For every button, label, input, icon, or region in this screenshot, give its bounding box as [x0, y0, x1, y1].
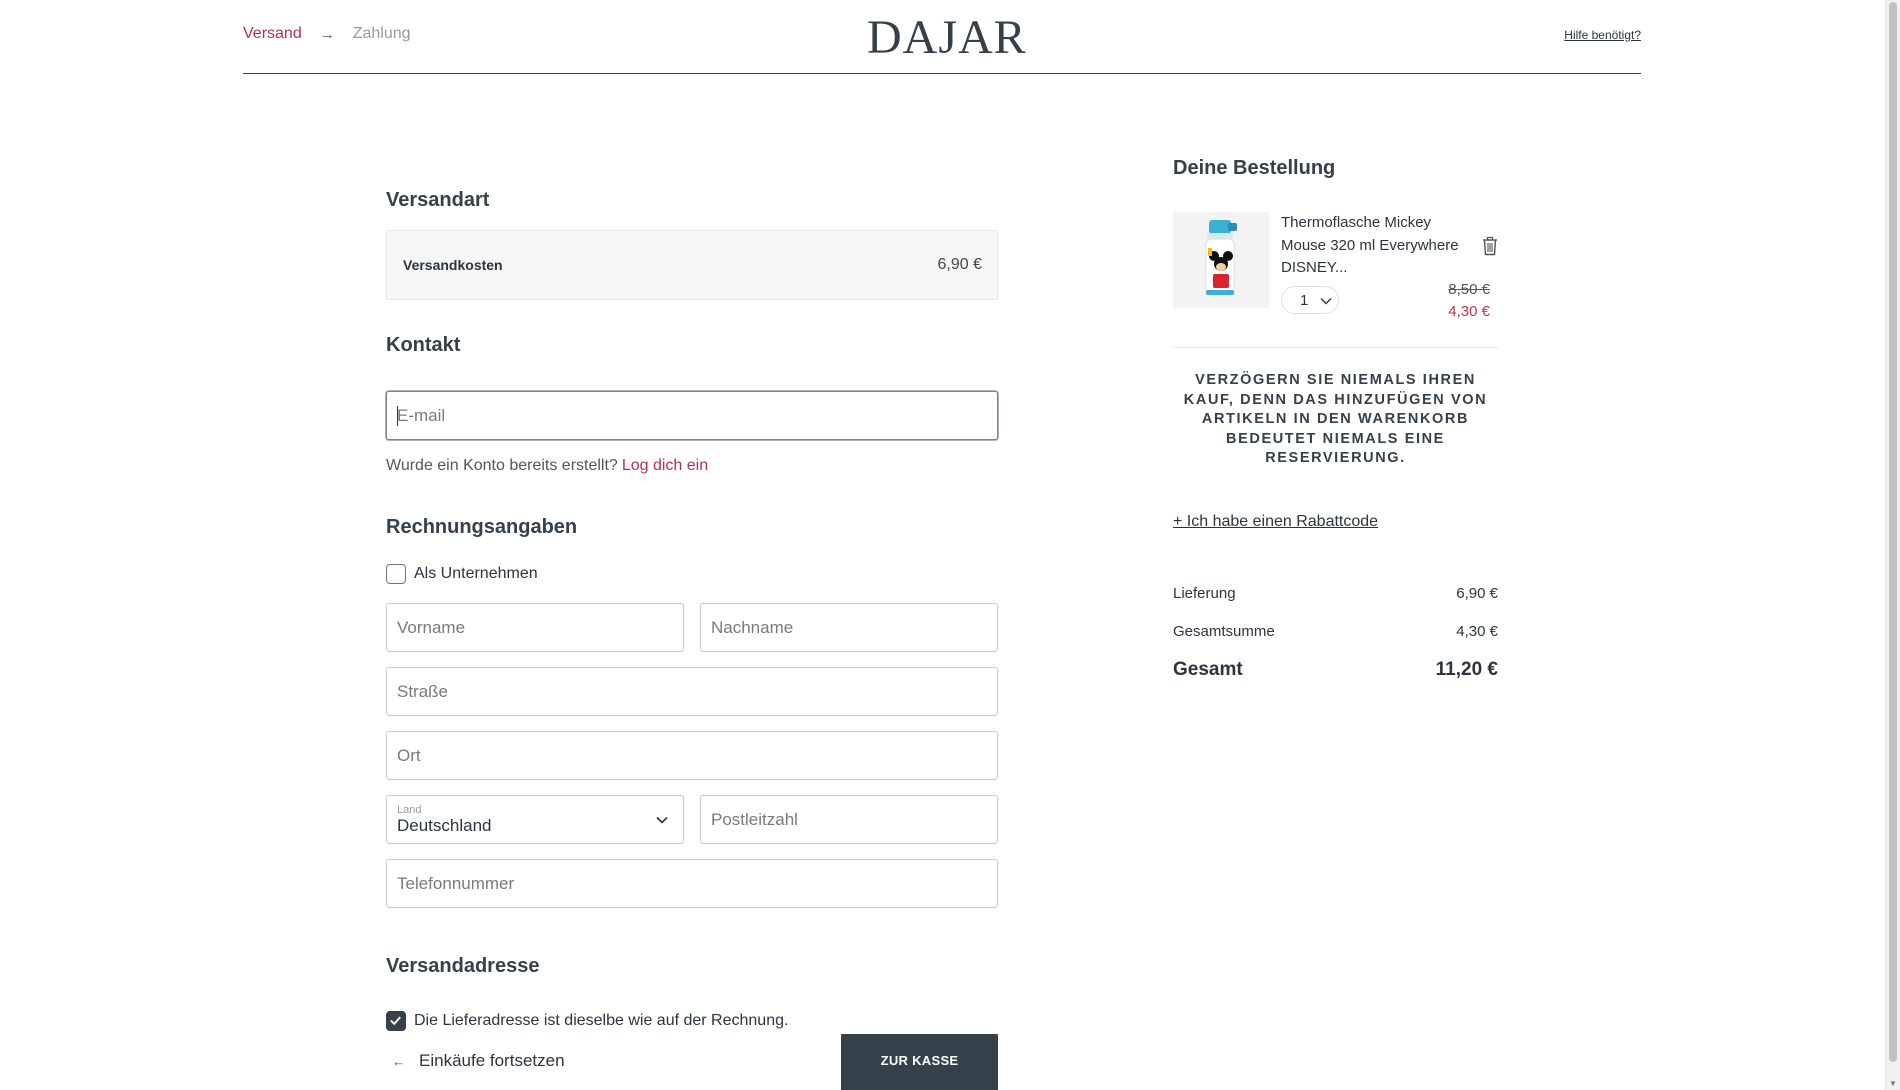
thermos-bottle-icon [1173, 212, 1269, 308]
reservation-notice: Verzögern Sie niemals Ihren Kauf, denn d… [1183, 372, 1488, 466]
scroll-down-icon[interactable]: ▼ [1889, 1079, 1897, 1088]
continue-shopping-label: Einkäufe fortsetzen [419, 1051, 565, 1070]
subtotal-row: Gesamtsumme 4,30 € [1173, 623, 1498, 640]
subtotal-value: 4,30 € [1456, 623, 1498, 640]
email-placeholder: E-mail [397, 406, 446, 425]
old-price: 8,50 € [1448, 281, 1490, 298]
discount-code-link[interactable]: + Ich habe einen Rabattcode [1173, 513, 1378, 531]
shipping-cost-price: 6,90 € [937, 256, 982, 273]
zip-placeholder: Postleitzahl [711, 810, 798, 829]
sale-price: 4,30 € [1448, 303, 1490, 320]
city-field[interactable]: Ort [386, 731, 998, 780]
phone-placeholder: Telefonnummer [397, 874, 515, 893]
delivery-row: Lieferung 6,90 € [1173, 585, 1498, 602]
company-checkbox[interactable] [386, 564, 406, 584]
login-prompt: Wurde ein Konto bereits erstellt? Log dic… [386, 457, 708, 475]
quantity-select[interactable]: 1 [1281, 286, 1339, 314]
first-name-placeholder: Vorname [397, 618, 466, 637]
subtotal-label: Gesamtsumme [1173, 623, 1275, 640]
billing-title: Rechnungsangaben [386, 516, 578, 538]
checkout-header: Versand → Zahlung DAJAR Hilfe benötigt? [243, 0, 1641, 74]
delivery-value: 6,90 € [1456, 585, 1498, 602]
delivery-label: Lieferung [1173, 585, 1236, 602]
checkout-steps: Versand → Zahlung [243, 25, 411, 43]
company-checkbox-label[interactable]: Als Unternehmen [414, 565, 538, 583]
dajar-logo[interactable]: DAJAR [867, 10, 1027, 65]
same-address-label[interactable]: Die Lieferadresse ist dieselbe wie auf d… [414, 1012, 788, 1030]
product-name[interactable]: Thermoflasche Mickey Mouse 320 ml Everyw… [1281, 212, 1471, 280]
country-label: Land [397, 804, 422, 816]
total-value: 11,20 € [1435, 659, 1498, 680]
page-scrollbar[interactable]: ▼ [1885, 0, 1900, 1090]
order-divider [1173, 347, 1498, 348]
trash-icon[interactable] [1481, 236, 1499, 256]
email-field[interactable]: E-mail [386, 391, 998, 440]
street-placeholder: Straße [397, 682, 449, 701]
city-placeholder: Ort [397, 746, 421, 765]
zip-field[interactable]: Postleitzahl [700, 795, 998, 844]
contact-title: Kontakt [386, 334, 461, 356]
total-label: Gesamt [1173, 659, 1243, 680]
country-value: Deutschland [397, 816, 492, 835]
quantity-value: 1 [1300, 292, 1309, 309]
same-address-checkbox[interactable] [386, 1011, 406, 1031]
last-name-field[interactable]: Nachname [700, 603, 998, 652]
continue-shopping-link[interactable]: ← Einkäufe fortsetzen [392, 1051, 565, 1071]
arrow-right-icon: → [319, 25, 335, 43]
step-shipping[interactable]: Versand [243, 25, 302, 43]
chevron-down-icon [1320, 298, 1332, 305]
shipping-address-title: Versandadresse [386, 955, 540, 977]
product-image[interactable] [1173, 212, 1269, 308]
first-name-field[interactable]: Vorname [386, 603, 684, 652]
last-name-placeholder: Nachname [711, 618, 794, 637]
country-select[interactable]: Land Deutschland [386, 795, 684, 844]
shipping-cost-box: Versandkosten 6,90 € [386, 230, 998, 300]
arrow-left-icon: ← [392, 1053, 405, 1069]
checkmark-icon [390, 1016, 401, 1026]
step-payment: Zahlung [352, 25, 411, 42]
street-field[interactable]: Straße [386, 667, 998, 716]
login-prompt-text: Wurde ein Konto bereits erstellt? [386, 457, 618, 474]
login-link[interactable]: Log dich ein [622, 457, 708, 474]
shipping-cost-label: Versandkosten [403, 257, 503, 273]
phone-field[interactable]: Telefonnummer [386, 859, 998, 908]
shipping-method-title: Versandart [386, 189, 490, 211]
total-row: Gesamt 11,20 € [1173, 659, 1498, 681]
chevron-down-icon [656, 816, 668, 824]
checkout-button[interactable]: ZUR KASSE [841, 1034, 998, 1090]
scrollbar-thumb[interactable] [1889, 2, 1897, 1062]
help-link[interactable]: Hilfe benötigt? [1564, 28, 1641, 42]
order-title: Deine Bestellung [1173, 157, 1336, 179]
